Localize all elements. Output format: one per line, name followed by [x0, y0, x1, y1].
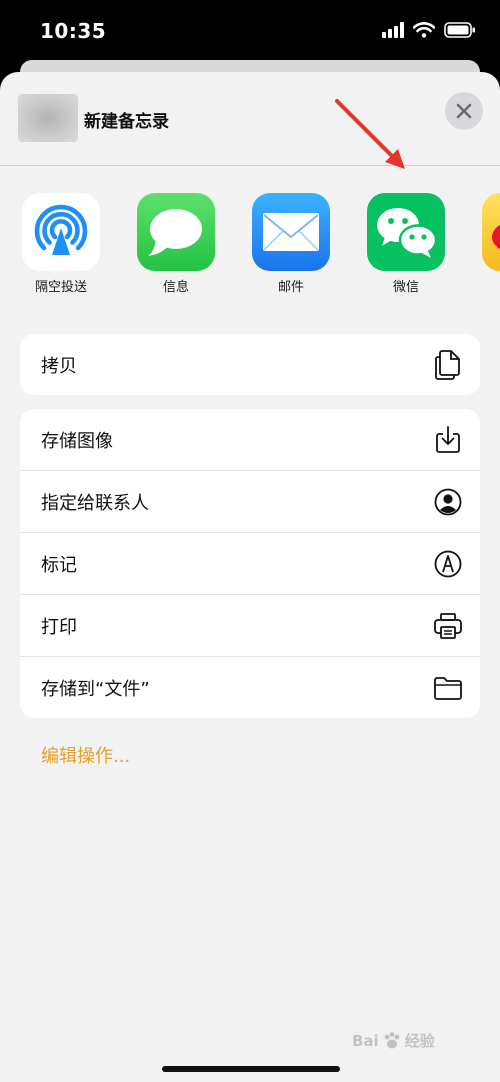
mail-icon — [252, 193, 330, 271]
action-group-main: 存储图像 指定给联系人 标记 打印 存储到“文件” — [20, 409, 480, 718]
airdrop-icon — [22, 193, 100, 271]
app-wechat[interactable]: 微信 — [356, 193, 456, 295]
action-label-markup: 标记 — [41, 554, 77, 576]
copy-icon — [434, 349, 462, 380]
watermark-brand: Bai — [352, 1031, 379, 1050]
app-row: 隔空投送 信息 邮件 微信 — [0, 193, 500, 303]
share-sheet: 新建备忘录 隔空投送 信息 邮件 微信 拷贝 存储图像 指定给联系人 标记 打印… — [0, 72, 500, 1082]
assign-contact-icon — [434, 488, 462, 516]
status-bar: 10:35 — [0, 0, 500, 64]
edit-actions-link[interactable]: 编辑操作... — [41, 742, 130, 768]
action-label-print: 打印 — [41, 616, 77, 638]
action-label-save-to-files: 存储到“文件” — [41, 678, 150, 700]
app-airdrop[interactable]: 隔空投送 — [11, 193, 111, 295]
action-assign-contact[interactable]: 指定给联系人 — [20, 470, 480, 532]
messages-icon — [137, 193, 215, 271]
action-copy[interactable]: 拷贝 — [20, 334, 480, 395]
home-indicator — [162, 1066, 340, 1072]
baidu-watermark: Bai 经验 — [352, 1030, 435, 1051]
app-label-messages: 信息 — [162, 280, 189, 295]
close-button[interactable] — [445, 92, 483, 130]
share-sheet-title: 新建备忘录 — [84, 112, 169, 132]
markup-icon — [434, 550, 462, 578]
action-label-assign-contact: 指定给联系人 — [41, 492, 149, 514]
battery-icon — [444, 22, 475, 38]
action-save-to-files[interactable]: 存储到“文件” — [20, 656, 480, 718]
status-time: 10:35 — [40, 19, 107, 43]
close-icon — [456, 103, 472, 119]
weibo-icon — [482, 193, 500, 271]
action-label-copy: 拷贝 — [41, 355, 77, 377]
action-markup[interactable]: 标记 — [20, 532, 480, 594]
paw-icon — [384, 1031, 400, 1048]
folder-icon — [434, 674, 462, 702]
status-icons — [382, 22, 476, 38]
app-label-wechat: 微信 — [392, 280, 419, 295]
watermark-suffix: 经验 — [404, 1032, 435, 1050]
app-weibo-partial[interactable] — [471, 193, 500, 271]
note-thumbnail — [18, 94, 78, 142]
cellular-signal-icon — [382, 22, 404, 38]
wechat-icon — [367, 193, 445, 271]
share-sheet-header: 新建备忘录 — [0, 72, 500, 166]
action-label-save-image: 存储图像 — [41, 430, 113, 452]
app-mail[interactable]: 邮件 — [241, 193, 341, 295]
print-icon — [434, 612, 462, 640]
action-group-copy: 拷贝 — [20, 334, 480, 395]
action-print[interactable]: 打印 — [20, 594, 480, 656]
action-save-image[interactable]: 存储图像 — [20, 409, 480, 470]
save-image-icon — [434, 425, 462, 454]
app-label-airdrop: 隔空投送 — [34, 280, 87, 295]
app-label-mail: 邮件 — [277, 280, 304, 295]
app-messages[interactable]: 信息 — [126, 193, 226, 295]
wifi-icon — [413, 22, 435, 38]
